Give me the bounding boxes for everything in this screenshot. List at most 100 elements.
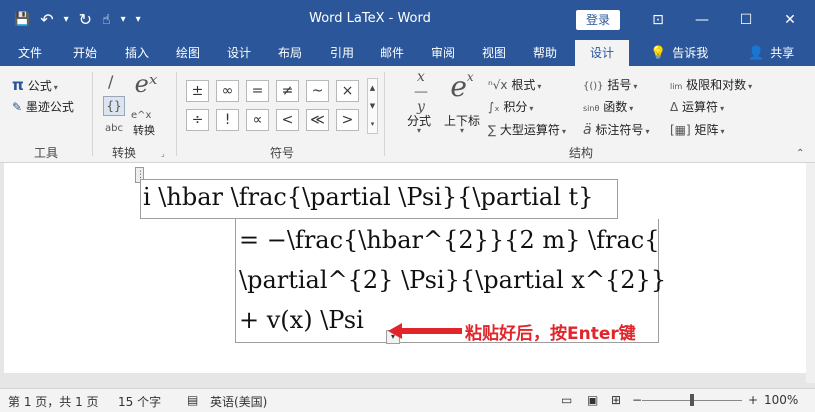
maximize-icon[interactable]: ☐ [724,0,768,40]
limit-log-button[interactable]: lim 极限和对数 ▾ [670,76,752,93]
ribbon: π 公式 ▾ ✎ 墨迹公式 工具 / {} abc eˣ e^x 转换 转换 ⌟ … [0,66,815,163]
bracket-icon: {()} [583,81,604,92]
fraction-icon: x — y [414,69,428,115]
chevron-down-icon: ▾ [561,127,566,136]
vertical-scrollbar[interactable] [806,163,815,383]
formula-button[interactable]: π 公式 ▾ [12,76,58,94]
radical-button[interactable]: ⁿ√x 根式 ▾ [488,76,541,93]
symbol-tilde[interactable]: ~ [306,80,329,102]
tab-design[interactable]: 设计 [227,40,251,66]
tab-equation-design[interactable]: 设计 [575,40,630,66]
page-count[interactable]: 第 1 页，共 1 页 [8,393,99,410]
tab-references[interactable]: 引用 [330,40,354,66]
group-divider [384,72,385,156]
symbol-factorial[interactable]: ! [216,109,239,131]
share-button[interactable]: 👤 共享 [748,40,794,66]
language-status[interactable]: 英语(美国) [210,393,267,410]
matrix-button[interactable]: [▦] 矩阵 ▾ [670,121,725,138]
function-button[interactable]: sinθ 函数 ▾ [583,98,633,115]
convert-button[interactable]: 转换 [133,122,155,138]
zoom-in-button[interactable]: + [748,393,758,407]
chevron-down-icon: ▾ [720,127,725,136]
chevron-down-icon: ▾ [417,126,422,135]
close-icon[interactable]: ✕ [768,0,812,40]
chevron-down-icon: ▾ [748,82,753,91]
print-layout-icon[interactable]: ▣ [587,393,598,407]
symbol-divide[interactable]: ÷ [186,109,209,131]
share-label: 共享 [770,46,795,60]
proofing-icon[interactable]: ▤ [187,393,198,407]
tell-me-search[interactable]: 💡 告诉我 [650,40,708,66]
integral-button[interactable]: ∫ₓ 积分 ▾ [488,98,533,115]
web-layout-icon[interactable]: ⊞ [611,393,621,407]
annotation-text: 粘贴好后，按Enter键 [465,324,636,344]
document-area: ⋮ i \hbar \frac{\partial \Psi}{\partial … [0,163,815,383]
tab-review[interactable]: 审阅 [431,40,455,66]
formula-label: 公式 [27,79,52,93]
large-operator-button[interactable]: ∑ 大型运算符 ▾ [488,121,566,138]
function-label: 函数 [603,100,628,114]
word-count[interactable]: 15 个字 [118,393,161,410]
operator-button[interactable]: Δ 运算符 ▾ [670,98,724,115]
symbol-less-than[interactable]: < [276,109,299,131]
chevron-down-icon: ▾ [633,82,638,91]
bracket-button[interactable]: {()} 括号 ▾ [583,76,637,93]
symbol-not-equal[interactable]: ≠ [276,80,299,102]
login-button[interactable]: 登录 [576,10,620,30]
tab-insert[interactable]: 插入 [125,40,149,66]
symbol-infinity[interactable]: ∞ [216,80,239,102]
ink-formula-label: 墨迹公式 [25,100,74,114]
scroll-down-icon[interactable]: ▼ [368,97,377,115]
read-mode-icon[interactable]: ▭ [561,393,572,407]
tab-home[interactable]: 开始 [73,40,97,66]
symbol-plus-minus[interactable]: ± [186,80,209,102]
zoom-level[interactable]: 100% [764,393,798,407]
tab-help[interactable]: 帮助 [533,40,557,66]
convert-icon[interactable]: eˣ [130,70,162,98]
tab-file[interactable]: 文件 [18,40,42,66]
equation-line[interactable]: \partial^{2} \Psi}{\partial x^{2}} [239,266,666,294]
window-title: Word LaTeX - Word [309,11,431,26]
symbol-much-less-than[interactable]: ≪ [306,109,329,131]
professional-format-icon[interactable]: {} [103,96,125,116]
tab-mailings[interactable]: 邮件 [380,40,404,66]
gallery-more-icon[interactable]: ▾ [368,115,377,133]
bracket-label: 括号 [607,78,632,92]
equation-line[interactable]: i \hbar \frac{\partial \Psi}{\partial t} [143,183,593,211]
collapse-ribbon-icon[interactable]: ⌃ [796,148,804,159]
minimize-icon[interactable]: — [680,0,724,40]
scroll-up-icon[interactable]: ▲ [368,79,377,97]
normal-text-icon[interactable]: abc [105,123,123,134]
large-operator-label: 大型运算符 [499,123,560,137]
chevron-down-icon: ▾ [645,127,650,136]
document-page[interactable]: ⋮ i \hbar \frac{\partial \Psi}{\partial … [4,163,806,373]
tab-draw[interactable]: 绘图 [176,40,200,66]
lightbulb-icon: 💡 [650,46,667,61]
tab-layout[interactable]: 布局 [278,40,302,66]
symbol-equals[interactable]: = [246,80,269,102]
integral-label: 积分 [503,100,528,114]
symbol-times[interactable]: × [336,80,359,102]
dialog-launcher-icon[interactable]: ⌟ [161,149,165,158]
symbols-gallery-scroll[interactable]: ▲ ▼ ▾ [367,78,378,134]
tab-view[interactable]: 视图 [482,40,506,66]
accent-button[interactable]: ä 标注符号 ▾ [583,121,649,138]
symbol-proportional[interactable]: ∝ [246,109,269,131]
ribbon-display-options-icon[interactable]: ⊡ [636,0,680,40]
zoom-out-button[interactable]: − [632,393,642,407]
zoom-slider-thumb[interactable] [690,394,694,406]
tell-me-label: 告诉我 [672,46,709,60]
operator-label: 运算符 [682,100,719,114]
person-icon: 👤 [748,46,765,61]
equation-line[interactable]: = −\frac{\hbar^{2}}{2 m} \frac{ [239,226,659,254]
ink-formula-button[interactable]: ✎ 墨迹公式 [12,98,74,115]
equation-line[interactable]: + v(x) \Psi [239,306,364,334]
structures-group-label: 结构 [569,146,594,160]
sigma-icon: ∑ [488,123,497,137]
linear-format-icon[interactable]: / [108,72,113,91]
arrow-icon [388,323,462,339]
tools-group-label: 工具 [34,146,59,160]
radical-icon: ⁿ√x [488,78,508,92]
symbol-greater-than[interactable]: > [336,109,359,131]
script-icon: ex [450,70,474,103]
